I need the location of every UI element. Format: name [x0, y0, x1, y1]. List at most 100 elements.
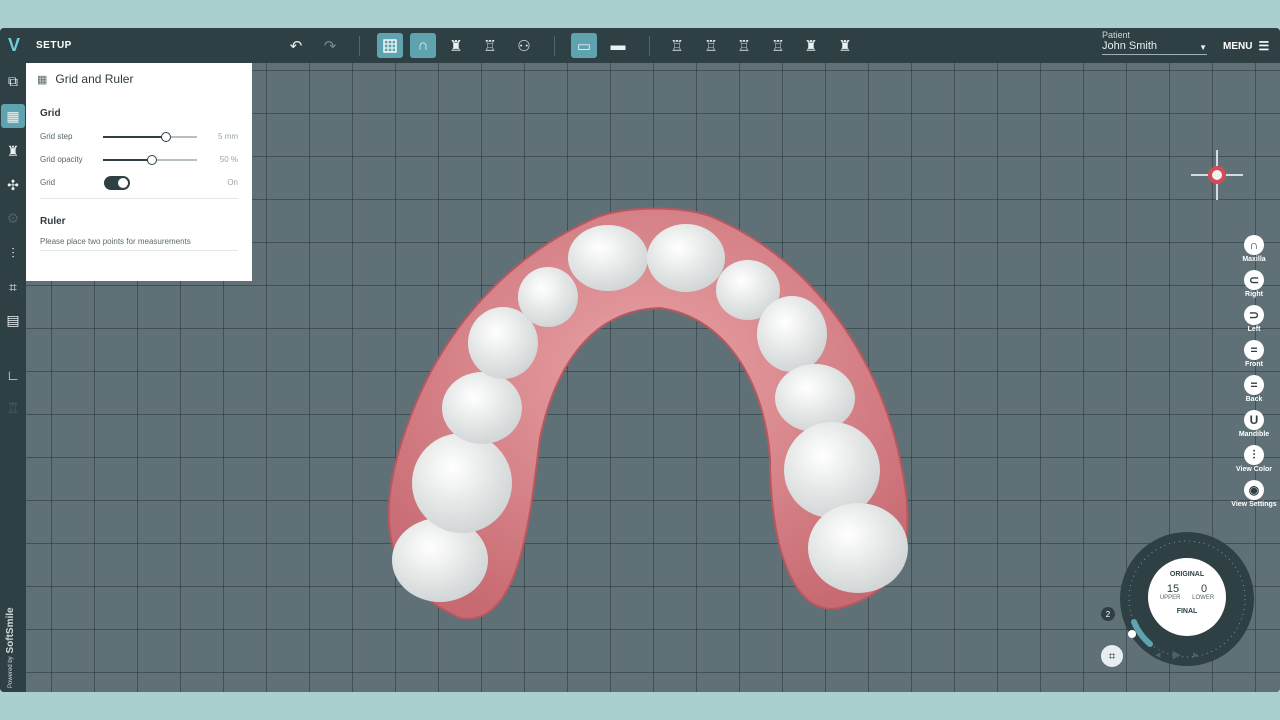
view-right-button[interactable]: ⊂ Right: [1229, 270, 1279, 298]
patient-name: John Smith: [1102, 40, 1158, 52]
tooth-ipr-icon[interactable]: ♖: [477, 33, 503, 58]
crop-icon[interactable]: ⌗: [1, 275, 25, 299]
tooth-icon[interactable]: ♜: [832, 33, 858, 58]
orientation-gizmo[interactable]: [1188, 146, 1246, 204]
grid-ruler-icon[interactable]: ▦: [1, 104, 25, 128]
grid-step-knob[interactable]: [160, 132, 171, 142]
brand-logo: Powered by SoftSmile: [5, 607, 16, 688]
stage-badge: 2: [1101, 607, 1115, 621]
lower-label: LOWER: [1192, 595, 1215, 601]
dial-center: ORIGINAL 15 0 UPPER LOWER FINAL: [1148, 558, 1226, 636]
teeth-group-icon[interactable]: ⚇: [511, 33, 537, 58]
view-label: Left: [1247, 326, 1261, 333]
grid-toggle[interactable]: [104, 176, 130, 190]
grid-toggle-value: On: [227, 178, 238, 187]
view-left-button[interactable]: ⊃ Left: [1229, 305, 1279, 333]
patient-selector[interactable]: Patient John Smith ▼: [1102, 30, 1207, 55]
view-label: View Color: [1235, 466, 1273, 473]
grid-step-row: Grid step 5 mm: [40, 125, 238, 148]
grid-opacity-slider[interactable]: [103, 155, 197, 165]
toolbar-divider: [649, 36, 650, 56]
grid-opacity-knob[interactable]: [146, 155, 157, 165]
undo-icon[interactable]: ↶: [283, 33, 309, 58]
view-left-icon: ⊃: [1244, 305, 1264, 325]
tooth-attachment-icon[interactable]: ♜: [443, 33, 469, 58]
grid-icon: ▦: [37, 73, 48, 86]
adjust-icon[interactable]: ⫶: [1, 241, 25, 265]
grid-opacity-row: Grid opacity 50 %: [40, 148, 238, 171]
view-back-icon: =: [1244, 375, 1264, 395]
ruler-icon[interactable]: ∟: [1, 363, 25, 387]
view-label: Back: [1245, 396, 1263, 403]
tooth-icon[interactable]: ♖: [698, 33, 724, 58]
view-mandible-button[interactable]: U Mandible: [1229, 410, 1279, 438]
upper-count: 15: [1166, 583, 1180, 595]
view-view-settings-button[interactable]: ◉ View Settings: [1229, 480, 1279, 508]
tooth-icon[interactable]: ♖: [731, 33, 757, 58]
view-view-settings-icon: ◉: [1244, 480, 1264, 500]
grid-opacity-fill: [103, 159, 152, 161]
original-label[interactable]: ORIGINAL: [1148, 571, 1226, 578]
upper-jaw-view-icon[interactable]: ▭: [571, 33, 597, 58]
stage-dial[interactable]: ORIGINAL 15 0 UPPER LOWER FINAL: [1120, 532, 1254, 666]
view-label: Front: [1245, 361, 1263, 368]
view-view-color-button[interactable]: ⫶ View Color: [1229, 445, 1279, 473]
lower-count: 0: [1200, 583, 1208, 595]
movement-icon[interactable]: ✣: [1, 173, 25, 197]
play-icon[interactable]: ▶: [1173, 648, 1181, 661]
view-label: Mandible: [1238, 431, 1270, 438]
app-logo: V: [7, 35, 20, 55]
stage-tool-icon[interactable]: ⌗: [1101, 645, 1123, 667]
disabled-tool-icon: ⚙: [6, 209, 20, 226]
grid-step-label: Grid step: [40, 132, 73, 141]
tooth-icon[interactable]: ♖: [765, 33, 791, 58]
view-label: Maxilla: [1242, 256, 1266, 263]
model-base-icon[interactable]: ▤: [1, 308, 25, 332]
mode-label: SETUP: [36, 40, 72, 51]
step-forward-icon[interactable]: ▸: [1193, 648, 1199, 661]
jaw-model[interactable]: [370, 198, 930, 628]
menu-button[interactable]: MENU ☰: [1223, 39, 1269, 53]
tooth-icon[interactable]: ♜: [798, 33, 824, 58]
arch-icon[interactable]: ∩: [410, 33, 436, 58]
export-icon[interactable]: ⧉: [1, 69, 25, 93]
tooth-icon[interactable]: ♖: [664, 33, 690, 58]
panel-title: Grid and Ruler: [55, 72, 134, 86]
disabled-tooth-icon: ♖: [6, 399, 20, 416]
grid-toggle-row: Grid On: [40, 171, 238, 194]
view-label: Right: [1245, 291, 1263, 298]
view-mandible-icon: U: [1244, 410, 1264, 430]
final-label[interactable]: FINAL: [1148, 608, 1226, 615]
view-maxilla-icon: ∩: [1244, 235, 1264, 255]
view-label: View Settings: [1231, 501, 1277, 508]
ruler-hint: Please place two points for measurements: [40, 237, 191, 246]
upper-label: UPPER: [1159, 595, 1181, 601]
step-back-icon[interactable]: ◂: [1155, 648, 1161, 661]
patient-label: Patient: [1102, 30, 1131, 40]
grid-step-fill: [103, 136, 166, 138]
lower-jaw-view-icon[interactable]: ▬: [605, 33, 631, 58]
grid-opacity-value: 50 %: [219, 155, 238, 164]
playback-controls: ◂ ▶ ▸: [1155, 648, 1199, 661]
view-view-color-icon: ⫶: [1244, 445, 1264, 465]
divider: [40, 198, 238, 199]
grid-opacity-label: Grid opacity: [40, 155, 83, 164]
grid-step-slider[interactable]: [103, 132, 197, 142]
app-window: V SETUP ↶ ↷ ∩ ♜ ♖ ⚇ ▭ ▬ ♖ ♖ ♖ ♖ ♜ ♜ Pati…: [0, 28, 1280, 692]
view-maxilla-button[interactable]: ∩ Maxilla: [1229, 235, 1279, 263]
view-back-button[interactable]: = Back: [1229, 375, 1279, 403]
view-right-icon: ⊂: [1244, 270, 1264, 290]
grid-icon[interactable]: [377, 33, 403, 58]
divider: [40, 250, 238, 251]
view-front-button[interactable]: = Front: [1229, 340, 1279, 368]
grid-toggle-label: Grid: [40, 178, 56, 187]
top-toolbar: V SETUP ↶ ↷ ∩ ♜ ♖ ⚇ ▭ ▬ ♖ ♖ ♖ ♖ ♜ ♜ Pati…: [0, 28, 1280, 63]
toolbar-divider: [554, 36, 555, 56]
grid-section-title: Grid: [40, 108, 61, 119]
chevron-down-icon: ▼: [1199, 43, 1207, 52]
redo-icon[interactable]: ↷: [317, 33, 343, 58]
attachment-icon[interactable]: ♜: [1, 139, 25, 163]
view-front-icon: =: [1244, 340, 1264, 360]
toolbar-divider: [359, 36, 360, 56]
hamburger-icon: ☰: [1258, 39, 1270, 53]
